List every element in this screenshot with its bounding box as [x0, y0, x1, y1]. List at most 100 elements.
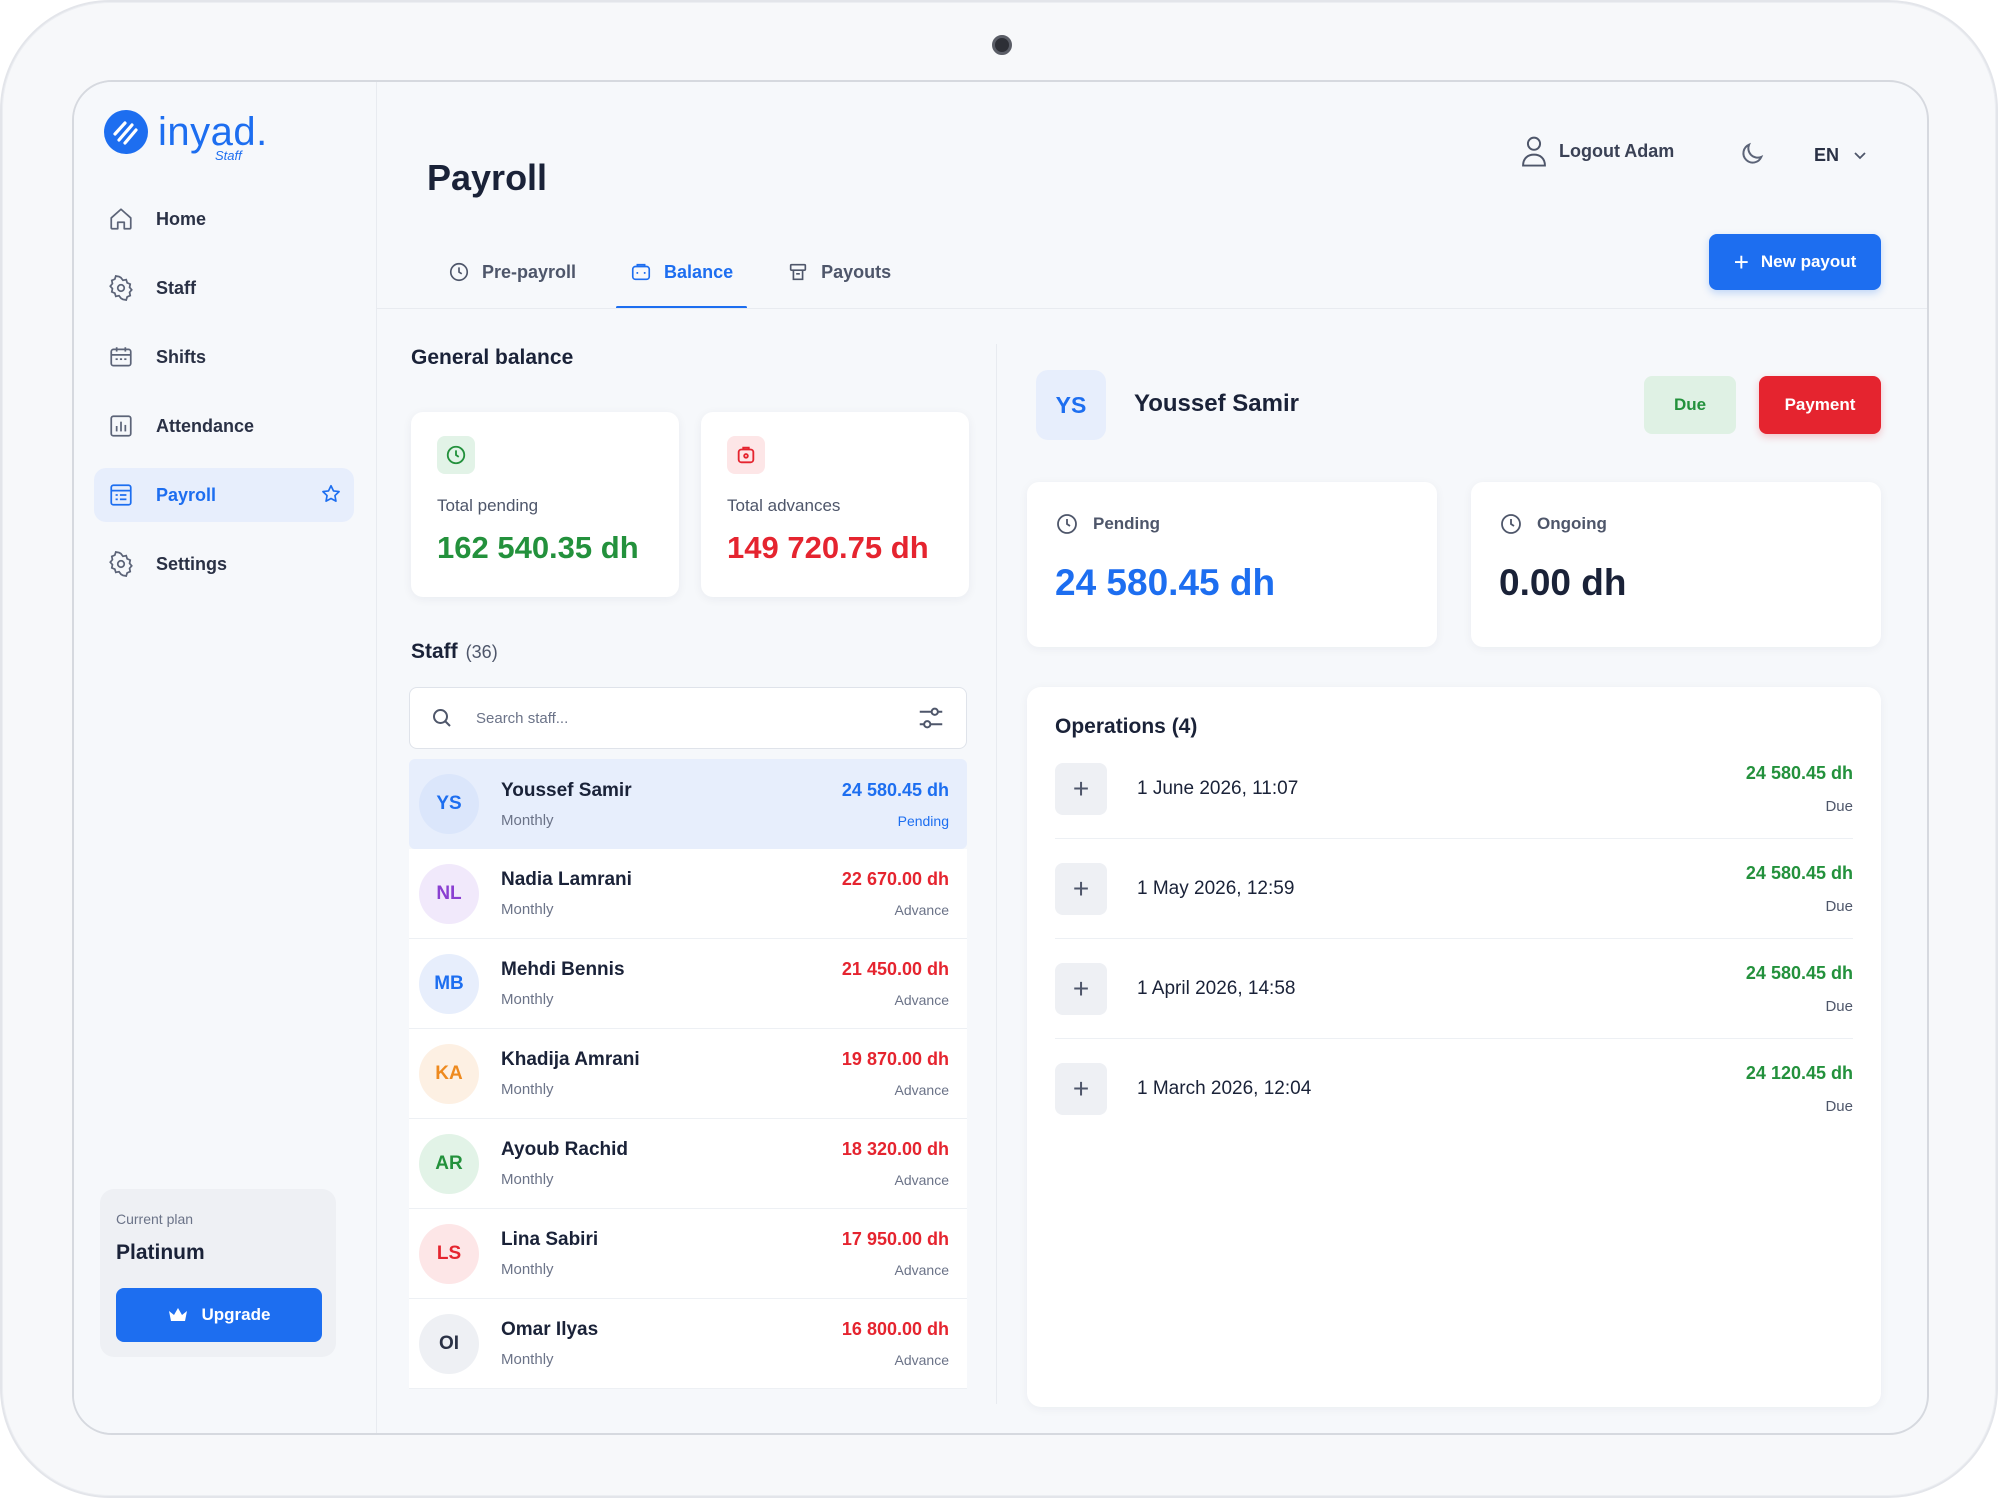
- gear-icon: [106, 273, 136, 303]
- crown-icon: [168, 1308, 187, 1321]
- upgrade-button[interactable]: Upgrade: [116, 1288, 322, 1342]
- sidebar-item-settings[interactable]: Settings: [94, 537, 354, 591]
- detail-name: Youssef Samir: [1134, 390, 1299, 417]
- star-icon[interactable]: [320, 483, 342, 510]
- operation-date: 1 June 2026, 11:07: [1137, 777, 1299, 799]
- ongoing-label: Ongoing: [1537, 514, 1607, 533]
- staff-status: Advance: [894, 1262, 949, 1278]
- ongoing-value: 0.00 dh: [1499, 562, 1627, 603]
- clock-icon: [437, 436, 475, 474]
- moon-icon[interactable]: [1738, 140, 1766, 173]
- payment-button[interactable]: Payment: [1759, 376, 1881, 434]
- staff-count: (36): [465, 642, 498, 662]
- sidebar-item-attendance[interactable]: Attendance: [94, 399, 354, 453]
- operation-row[interactable]: + 1 June 2026, 11:07 24 580.45 dh Due: [1055, 739, 1853, 839]
- staff-row[interactable]: OI Omar Ilyas Monthly 16 800.00 dh Advan…: [409, 1299, 967, 1389]
- filter-icon[interactable]: [916, 703, 946, 733]
- tab-payouts[interactable]: Payouts: [773, 237, 905, 307]
- staff-row[interactable]: KA Khadija Amrani Monthly 19 870.00 dh A…: [409, 1029, 967, 1119]
- operation-date: 1 May 2026, 12:59: [1137, 877, 1295, 899]
- staff-name: Youssef Samir: [501, 779, 632, 801]
- operation-amount: 24 580.45 dh: [1745, 862, 1853, 883]
- staff-row[interactable]: NL Nadia Lamrani Monthly 22 670.00 dh Ad…: [409, 849, 967, 939]
- sidebar-item-home[interactable]: Home: [94, 192, 354, 246]
- staff-type: Monthly: [501, 1261, 554, 1278]
- page-title: Payroll: [427, 157, 548, 198]
- avatar: OI: [419, 1313, 479, 1374]
- pending-label: Pending: [1093, 514, 1161, 533]
- logo-word: inyad.: [158, 110, 268, 154]
- total-pending-card: Total pending 162 540.35 dh: [411, 412, 679, 597]
- expand-plus-icon[interactable]: +: [1055, 962, 1107, 1015]
- wallet-icon: [727, 436, 765, 474]
- total-pending-value: 162 540.35 dh: [437, 530, 639, 565]
- tab-bar: Pre-payroll Balance Payouts: [434, 237, 931, 309]
- search-input[interactable]: Search staff...: [409, 687, 967, 749]
- plus-icon: +: [1733, 247, 1749, 277]
- new-payout-label: New payout: [1760, 252, 1857, 271]
- staff-row[interactable]: LS Lina Sabiri Monthly 17 950.00 dh Adva…: [409, 1209, 967, 1299]
- staff-name: Lina Sabiri: [501, 1229, 599, 1250]
- clock-icon: [1501, 514, 1521, 534]
- sidebar-item-label: Payroll: [156, 484, 217, 505]
- operation-status: Due: [1825, 1098, 1853, 1115]
- sidebar-item-label: Shifts: [156, 346, 207, 367]
- plan-name: Platinum: [116, 1241, 205, 1264]
- sidebar-item-staff[interactable]: Staff: [94, 261, 354, 315]
- language-select[interactable]: EN: [1814, 145, 1867, 166]
- expand-plus-icon[interactable]: +: [1055, 1063, 1107, 1115]
- expand-plus-icon[interactable]: +: [1055, 762, 1107, 815]
- sidebar-item-payroll[interactable]: Payroll: [94, 468, 354, 522]
- document-icon: [106, 480, 136, 510]
- staff-status: Advance: [894, 1352, 949, 1368]
- logout-button[interactable]: Logout Adam: [1519, 134, 1674, 168]
- staff-status: Advance: [894, 902, 949, 918]
- staff-name: Mehdi Bennis: [501, 959, 625, 980]
- staff-row[interactable]: AR Ayoub Rachid Monthly 18 320.00 dh Adv…: [409, 1119, 967, 1209]
- staff-amount: 22 670.00 dh: [841, 869, 949, 889]
- operation-amount: 24 120.45 dh: [1745, 1063, 1853, 1083]
- staff-amount: 17 950.00 dh: [841, 1229, 949, 1249]
- expand-plus-icon[interactable]: +: [1055, 862, 1107, 915]
- current-plan-card: Current plan Platinum Upgrade: [100, 1189, 336, 1357]
- operation-date: 1 April 2026, 14:58: [1137, 977, 1296, 999]
- staff-type: Monthly: [501, 1081, 554, 1098]
- total-advances-label: Total advances: [727, 496, 841, 515]
- sidebar: inyad. Staff Home Staff Shifts Attendanc…: [74, 82, 377, 1433]
- operations-card: Operations (4) + 1 June 2026, 11:07 24 5…: [1027, 687, 1881, 1407]
- staff-amount: 18 320.00 dh: [841, 1139, 949, 1159]
- staff-type: Monthly: [501, 901, 554, 918]
- tab-label: Pre-payroll: [482, 261, 577, 282]
- upgrade-label: Upgrade: [201, 1305, 271, 1324]
- settings-icon: [106, 549, 136, 579]
- staff-amount: 24 580.45 dh: [841, 779, 949, 800]
- sidebar-item-label: Settings: [156, 553, 228, 574]
- plan-label: Current plan: [116, 1211, 194, 1227]
- staff-amount: 19 870.00 dh: [841, 1049, 949, 1069]
- tab-pre-payroll[interactable]: Pre-payroll: [434, 237, 590, 307]
- sidebar-nav: Home Staff Shifts Attendance Payroll Set…: [94, 192, 354, 606]
- operation-status: Due: [1825, 897, 1853, 915]
- operation-row[interactable]: + 1 March 2026, 12:04 24 120.45 dh Due: [1055, 1039, 1853, 1139]
- staff-name: Ayoub Rachid: [501, 1139, 629, 1160]
- staff-row[interactable]: YS Youssef Samir Monthly 24 580.45 dh Pe…: [409, 759, 967, 849]
- tab-balance[interactable]: Balance: [616, 237, 748, 309]
- tab-divider: [377, 308, 1927, 309]
- due-button[interactable]: Due: [1644, 376, 1736, 434]
- staff-status: Pending: [897, 812, 949, 829]
- avatar: MB: [419, 953, 479, 1014]
- chevron-down-icon: [1854, 151, 1866, 159]
- sidebar-item-shifts[interactable]: Shifts: [94, 330, 354, 384]
- staff-row[interactable]: MB Mehdi Bennis Monthly 21 450.00 dh Adv…: [409, 939, 967, 1029]
- logo[interactable]: inyad. Staff: [104, 110, 268, 163]
- chart-icon: [106, 411, 136, 441]
- staff-amount: 16 800.00 dh: [841, 1319, 949, 1339]
- new-payout-button[interactable]: + New payout: [1709, 234, 1881, 290]
- total-advances-card: Total advances 149 720.75 dh: [701, 412, 969, 597]
- operation-row[interactable]: + 1 April 2026, 14:58 24 580.45 dh Due: [1055, 939, 1853, 1039]
- tablet-frame: inyad. Staff Home Staff Shifts Attendanc…: [0, 0, 1998, 1498]
- staff-name: Omar Ilyas: [501, 1319, 599, 1340]
- staff-name: Nadia Lamrani: [501, 869, 632, 890]
- operation-row[interactable]: + 1 May 2026, 12:59 24 580.45 dh Due: [1055, 839, 1853, 939]
- staff-type: Monthly: [501, 1171, 554, 1188]
